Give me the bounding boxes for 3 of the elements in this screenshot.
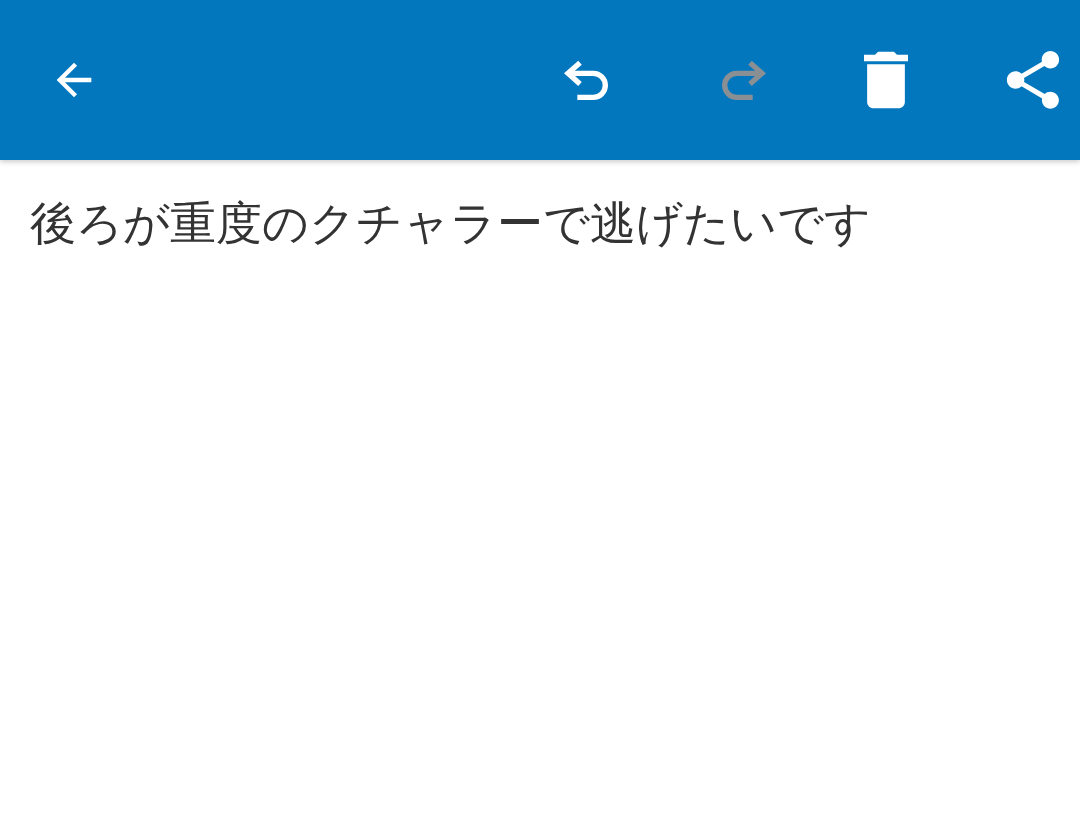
trash-icon (864, 51, 908, 109)
note-text[interactable]: 後ろが重度のクチャラーで逃げたいです (30, 194, 871, 254)
share-icon (1004, 49, 1062, 111)
